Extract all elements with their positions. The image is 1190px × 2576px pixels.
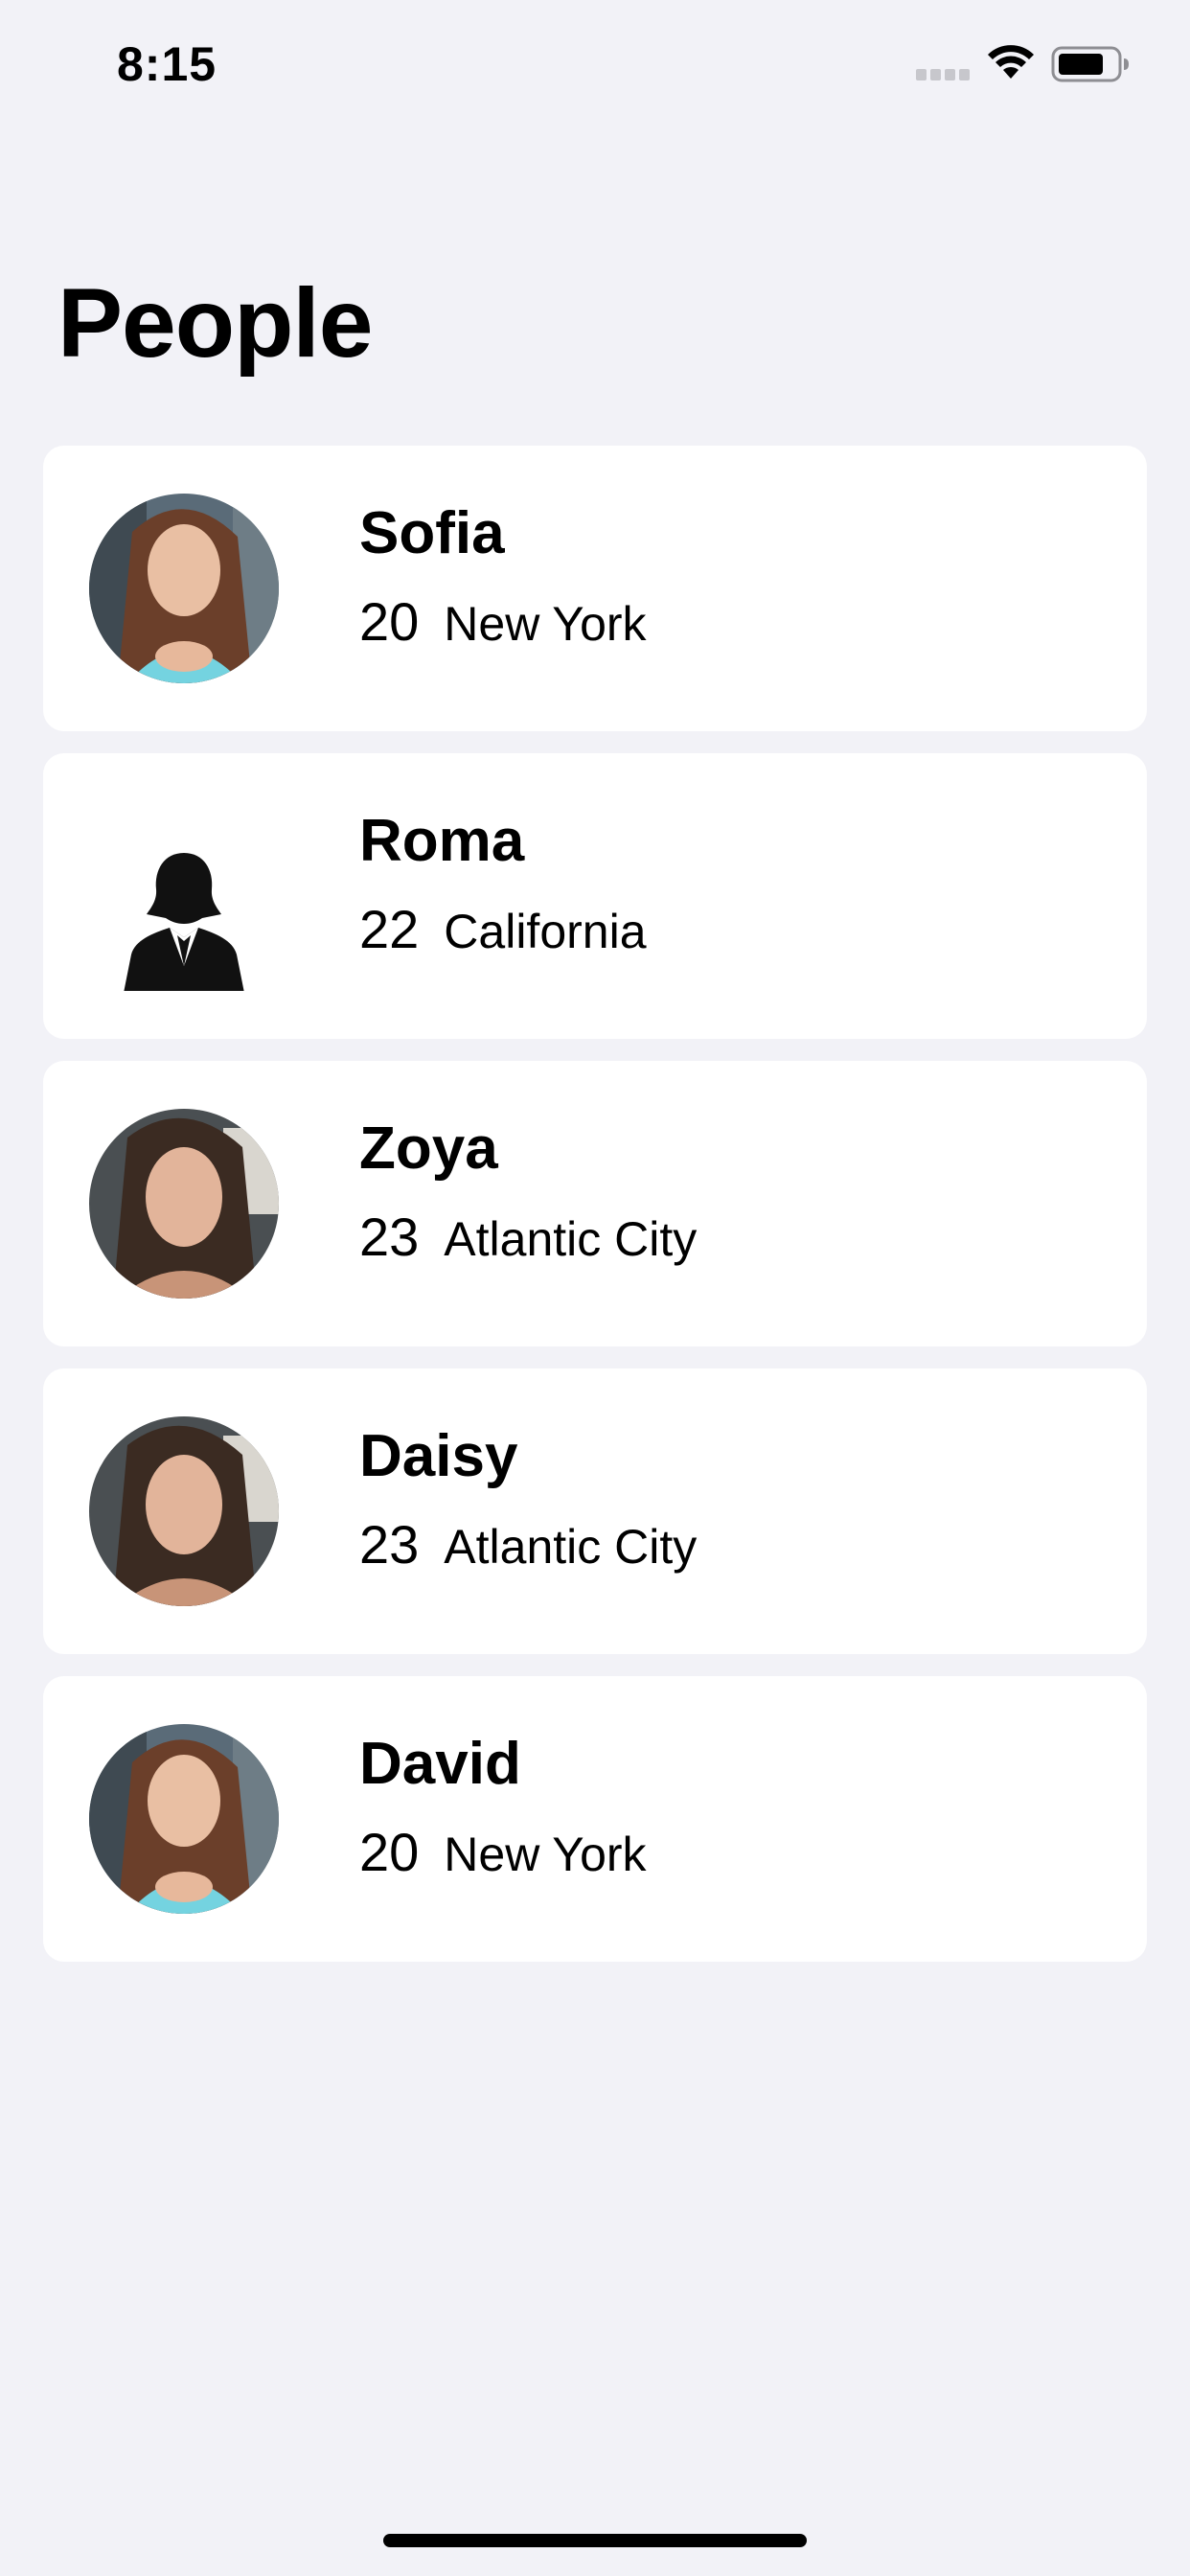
avatar xyxy=(89,1109,279,1299)
profile-photo-icon xyxy=(89,1109,279,1299)
profile-photo-icon xyxy=(89,494,279,683)
people-list: Sofia 20 New York Roma 22 California Zoy… xyxy=(43,446,1147,1984)
person-city: New York xyxy=(444,597,647,651)
person-name: Zoya xyxy=(359,1116,498,1182)
person-name: Daisy xyxy=(359,1423,518,1489)
avatar xyxy=(89,494,279,683)
person-city: Atlantic City xyxy=(444,1520,698,1574)
cellular-signal-icon xyxy=(916,69,970,80)
list-item[interactable]: David 20 New York xyxy=(43,1676,1147,1962)
person-age: 23 xyxy=(359,1514,420,1575)
list-item[interactable]: Sofia 20 New York xyxy=(43,446,1147,731)
page-title: People xyxy=(57,268,373,378)
person-meta: 22 California xyxy=(359,899,647,975)
person-name: Roma xyxy=(359,808,525,874)
battery-icon xyxy=(1051,46,1129,82)
profile-photo-icon xyxy=(89,1724,279,1914)
home-indicator[interactable] xyxy=(383,2534,807,2547)
status-time: 8:15 xyxy=(117,37,217,91)
person-age: 22 xyxy=(359,899,420,959)
person-meta: 20 New York xyxy=(359,1822,647,1898)
wifi-icon xyxy=(988,45,1034,79)
person-name: Sofia xyxy=(359,500,505,566)
person-age: 23 xyxy=(359,1207,420,1267)
person-meta: 23 Atlantic City xyxy=(359,1207,697,1282)
person-age: 20 xyxy=(359,591,420,652)
list-item[interactable]: Roma 22 California xyxy=(43,753,1147,1039)
female-silhouette-icon xyxy=(124,853,244,991)
avatar xyxy=(89,1724,279,1914)
avatar xyxy=(89,1416,279,1606)
list-item[interactable]: Daisy 23 Atlantic City xyxy=(43,1368,1147,1654)
person-city: New York xyxy=(444,1828,647,1881)
person-meta: 23 Atlantic City xyxy=(359,1514,697,1590)
profile-photo-icon xyxy=(89,1416,279,1606)
status-bar: 8:15 xyxy=(0,0,1190,126)
person-age: 20 xyxy=(359,1822,420,1882)
person-meta: 20 New York xyxy=(359,591,647,667)
person-city: Atlantic City xyxy=(444,1212,698,1266)
list-item[interactable]: Zoya 23 Atlantic City xyxy=(43,1061,1147,1346)
person-name: David xyxy=(359,1731,521,1797)
person-city: California xyxy=(444,905,647,958)
